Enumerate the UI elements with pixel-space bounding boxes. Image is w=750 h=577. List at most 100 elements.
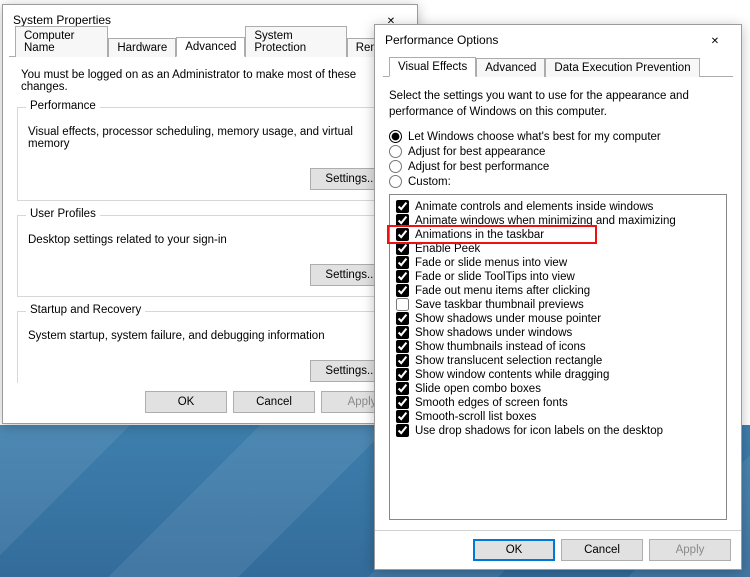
option-checkbox[interactable] bbox=[396, 312, 409, 325]
group-performance: Performance Visual effects, processor sc… bbox=[17, 107, 403, 201]
group-user-profiles: User Profiles Desktop settings related t… bbox=[17, 215, 403, 297]
radio-option[interactable]: Adjust for best performance bbox=[389, 160, 727, 173]
ok-button[interactable]: OK bbox=[145, 391, 227, 413]
option-label: Animations in the taskbar bbox=[415, 229, 544, 241]
option-row[interactable]: Show translucent selection rectangle bbox=[396, 354, 720, 367]
option-checkbox[interactable] bbox=[396, 424, 409, 437]
group-desc: Desktop settings related to your sign-in bbox=[28, 234, 392, 246]
option-row[interactable]: Fade out menu items after clicking bbox=[396, 284, 720, 297]
cancel-button[interactable]: Cancel bbox=[233, 391, 315, 413]
option-checkbox[interactable] bbox=[396, 242, 409, 255]
option-checkbox[interactable] bbox=[396, 284, 409, 297]
radio-input[interactable] bbox=[389, 145, 402, 158]
option-label: Show shadows under mouse pointer bbox=[415, 313, 601, 325]
option-label: Smooth-scroll list boxes bbox=[415, 411, 536, 423]
option-label: Fade or slide ToolTips into view bbox=[415, 271, 575, 283]
description-text: Select the settings you want to use for … bbox=[389, 89, 727, 120]
tab-advanced[interactable]: Advanced bbox=[176, 37, 245, 57]
titlebar[interactable]: Performance Options bbox=[375, 25, 741, 55]
dialog-body: You must be logged on as an Administrato… bbox=[3, 57, 417, 383]
option-label: Animate controls and elements inside win… bbox=[415, 201, 653, 213]
group-desc: Visual effects, processor scheduling, me… bbox=[28, 126, 392, 150]
close-icon bbox=[711, 34, 719, 47]
tab-system-protection[interactable]: System Protection bbox=[245, 26, 346, 57]
options-listbox[interactable]: Animate controls and elements inside win… bbox=[389, 194, 727, 520]
option-row[interactable]: Fade or slide menus into view bbox=[396, 256, 720, 269]
dialog-body: Select the settings you want to use for … bbox=[375, 77, 741, 526]
tab-row: Visual EffectsAdvancedData Execution Pre… bbox=[383, 55, 733, 77]
group-legend: Performance bbox=[26, 100, 100, 112]
option-checkbox[interactable] bbox=[396, 228, 409, 241]
tab-data-execution-prevention[interactable]: Data Execution Prevention bbox=[545, 58, 699, 77]
footer-buttons: OK Cancel Apply bbox=[3, 383, 417, 423]
option-row[interactable]: Animate controls and elements inside win… bbox=[396, 200, 720, 213]
radio-input[interactable] bbox=[389, 160, 402, 173]
option-label: Show shadows under windows bbox=[415, 327, 572, 339]
option-row[interactable]: Show window contents while dragging bbox=[396, 368, 720, 381]
radio-label: Custom: bbox=[408, 176, 451, 188]
option-checkbox[interactable] bbox=[396, 214, 409, 227]
option-label: Use drop shadows for icon labels on the … bbox=[415, 425, 663, 437]
tab-advanced[interactable]: Advanced bbox=[476, 58, 545, 77]
option-checkbox[interactable] bbox=[396, 340, 409, 353]
option-row[interactable]: Show shadows under mouse pointer bbox=[396, 312, 720, 325]
group-legend: User Profiles bbox=[26, 208, 100, 220]
option-label: Save taskbar thumbnail previews bbox=[415, 299, 584, 311]
option-row[interactable]: Enable Peek bbox=[396, 242, 720, 255]
apply-button[interactable]: Apply bbox=[649, 539, 731, 561]
radio-option[interactable]: Custom: bbox=[389, 175, 727, 188]
option-label: Show thumbnails instead of icons bbox=[415, 341, 586, 353]
tab-computer-name[interactable]: Computer Name bbox=[15, 26, 108, 57]
option-row[interactable]: Smooth edges of screen fonts bbox=[396, 396, 720, 409]
option-label: Show window contents while dragging bbox=[415, 369, 609, 381]
system-properties-dialog: System Properties Computer NameHardwareA… bbox=[2, 4, 418, 424]
option-label: Show translucent selection rectangle bbox=[415, 355, 602, 367]
option-checkbox[interactable] bbox=[396, 368, 409, 381]
cancel-button[interactable]: Cancel bbox=[561, 539, 643, 561]
option-label: Smooth edges of screen fonts bbox=[415, 397, 568, 409]
option-checkbox[interactable] bbox=[396, 410, 409, 423]
option-checkbox[interactable] bbox=[396, 256, 409, 269]
radio-option[interactable]: Let Windows choose what's best for my co… bbox=[389, 130, 727, 143]
dialog-title: System Properties bbox=[13, 13, 111, 27]
tab-visual-effects[interactable]: Visual Effects bbox=[389, 57, 476, 77]
option-checkbox[interactable] bbox=[396, 326, 409, 339]
ok-button[interactable]: OK bbox=[473, 539, 555, 561]
radio-group: Let Windows choose what's best for my co… bbox=[389, 128, 727, 190]
option-row[interactable]: Save taskbar thumbnail previews bbox=[396, 298, 720, 311]
option-label: Fade or slide menus into view bbox=[415, 257, 567, 269]
option-row[interactable]: Animations in the taskbar bbox=[396, 228, 720, 241]
option-row[interactable]: Smooth-scroll list boxes bbox=[396, 410, 720, 423]
option-row[interactable]: Animate windows when minimizing and maxi… bbox=[396, 214, 720, 227]
option-label: Slide open combo boxes bbox=[415, 383, 541, 395]
option-checkbox[interactable] bbox=[396, 354, 409, 367]
radio-label: Adjust for best appearance bbox=[408, 146, 545, 158]
footer-buttons: OK Cancel Apply bbox=[375, 530, 741, 569]
close-button[interactable] bbox=[697, 30, 733, 50]
option-checkbox[interactable] bbox=[396, 396, 409, 409]
option-checkbox[interactable] bbox=[396, 270, 409, 283]
option-row[interactable]: Use drop shadows for icon labels on the … bbox=[396, 424, 720, 437]
option-checkbox[interactable] bbox=[396, 200, 409, 213]
option-checkbox[interactable] bbox=[396, 298, 409, 311]
group-desc: System startup, system failure, and debu… bbox=[28, 330, 392, 342]
radio-input[interactable] bbox=[389, 130, 402, 143]
tab-row: Computer NameHardwareAdvancedSystem Prot… bbox=[9, 35, 411, 57]
option-row[interactable]: Show thumbnails instead of icons bbox=[396, 340, 720, 353]
option-checkbox[interactable] bbox=[396, 382, 409, 395]
option-row[interactable]: Slide open combo boxes bbox=[396, 382, 720, 395]
option-label: Enable Peek bbox=[415, 243, 480, 255]
group-startup-recovery: Startup and Recovery System startup, sys… bbox=[17, 311, 403, 383]
radio-label: Adjust for best performance bbox=[408, 161, 549, 173]
radio-label: Let Windows choose what's best for my co… bbox=[408, 131, 661, 143]
option-row[interactable]: Fade or slide ToolTips into view bbox=[396, 270, 720, 283]
radio-option[interactable]: Adjust for best appearance bbox=[389, 145, 727, 158]
dialog-title: Performance Options bbox=[385, 33, 498, 47]
option-label: Fade out menu items after clicking bbox=[415, 285, 590, 297]
radio-input[interactable] bbox=[389, 175, 402, 188]
option-row[interactable]: Show shadows under windows bbox=[396, 326, 720, 339]
option-label: Animate windows when minimizing and maxi… bbox=[415, 215, 676, 227]
tab-hardware[interactable]: Hardware bbox=[108, 38, 176, 57]
group-legend: Startup and Recovery bbox=[26, 304, 145, 316]
intro-text: You must be logged on as an Administrato… bbox=[21, 69, 399, 93]
